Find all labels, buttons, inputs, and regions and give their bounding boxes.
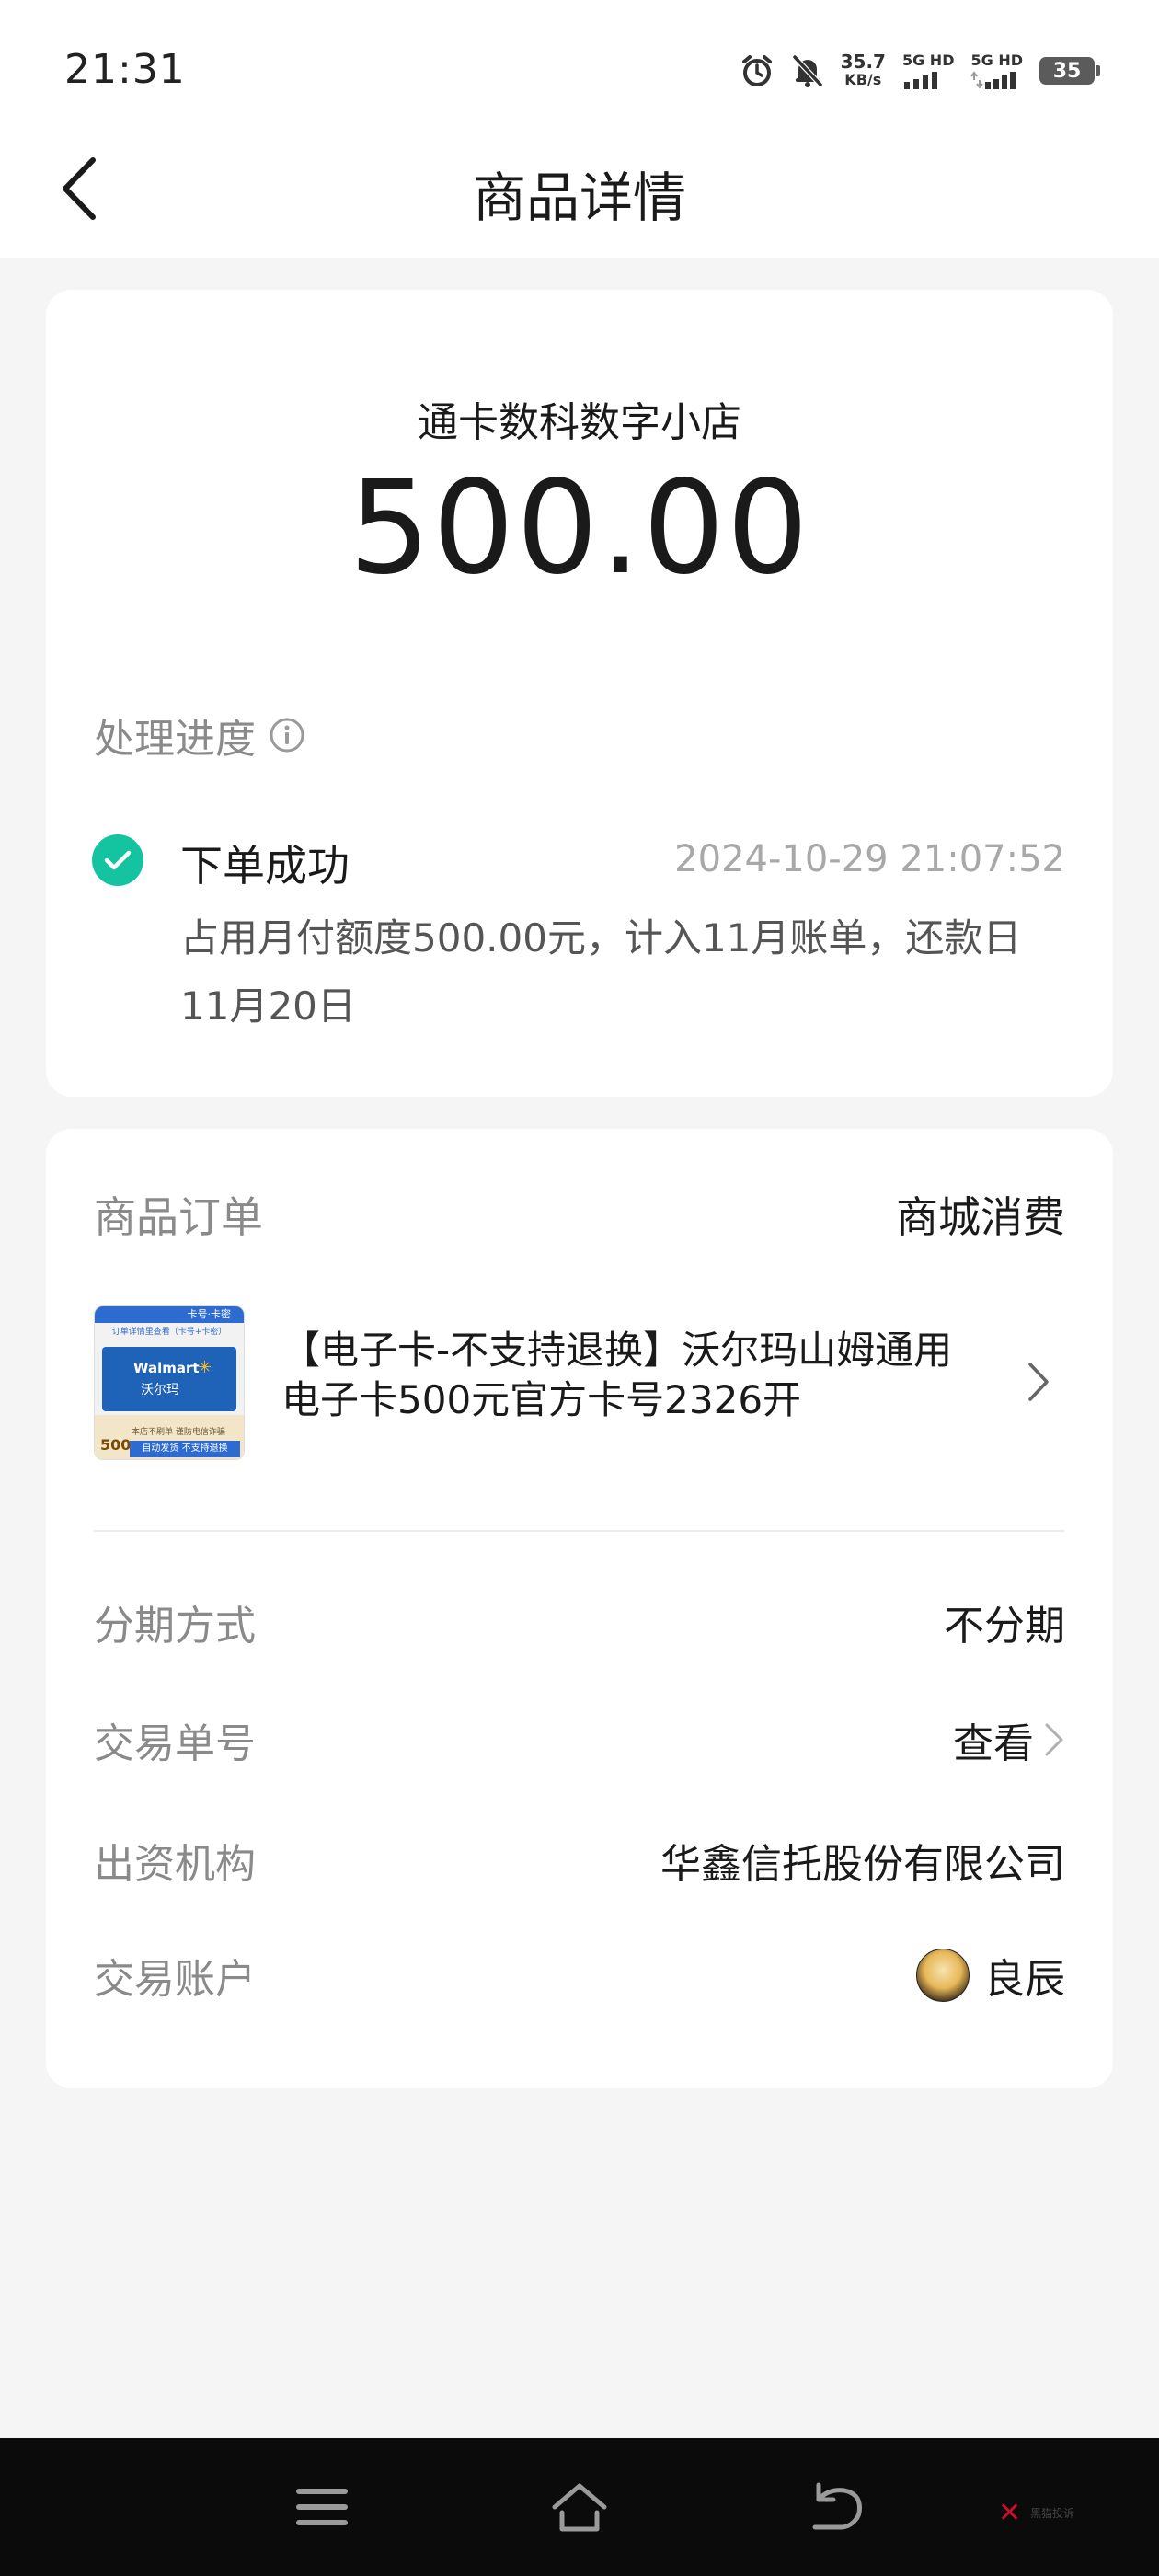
account-label: 交易账户 <box>94 1956 256 2003</box>
product-thumbnail: 卡号·卡密 订单详情里查看（卡号+卡密） Walmart ✳ 沃尔玛 本店不刷单… <box>94 1305 245 1460</box>
step-title: 下单成功 <box>180 841 350 891</box>
thumb-auto: 自动发货 不支持退换 <box>130 1441 240 1457</box>
view-transaction-text: 查看 <box>953 1720 1034 1767</box>
system-nav-bar: ✕ 黑猫投诉 <box>0 2438 1159 2576</box>
walmart-spark-icon: ✳ <box>198 1358 212 1377</box>
watermark-logo-icon: ✕ <box>998 2497 1022 2529</box>
sim2-label: 5G HD <box>970 52 1023 69</box>
order-card: 商品订单 商城消费 卡号·卡密 订单详情里查看（卡号+卡密） Walmart ✳… <box>46 1129 1113 2088</box>
funder-label: 出资机构 <box>94 1841 256 1888</box>
battery-level: 35 <box>1052 59 1082 83</box>
amount: 500.00 <box>349 454 810 604</box>
thumb-subtitle: 订单详情里查看（卡号+卡密） <box>111 1328 227 1337</box>
status-icons: 35.7 KB/s 5G HD 5G HD 35 <box>740 48 1100 94</box>
transaction-label: 交易单号 <box>94 1720 256 1767</box>
info-icon[interactable] <box>269 717 305 753</box>
progress-header: 处理进度 <box>94 706 305 765</box>
view-transaction-link[interactable]: 查看 <box>953 1710 1065 1769</box>
return-icon <box>812 2482 862 2530</box>
net-speed: 35.7 KB/s <box>841 52 886 89</box>
nav-home-button[interactable] <box>543 2475 616 2539</box>
alarm-icon <box>740 53 775 88</box>
thumb-corner: 卡号·卡密 <box>187 1308 232 1320</box>
watermark-text: 黑猫投诉 <box>1030 2507 1075 2520</box>
progress-label: 处理进度 <box>94 716 256 763</box>
thumb-brand: Walmart <box>133 1360 200 1376</box>
sim1-label: 5G HD <box>901 52 955 69</box>
nav-back-button[interactable] <box>800 2475 874 2539</box>
thumb-header: 卡号·卡密 <box>95 1306 244 1323</box>
order-type: 商城消费 <box>896 1192 1065 1242</box>
funder-value: 华鑫信托股份有限公司 <box>660 1841 1065 1888</box>
header: 商品详情 <box>0 138 1159 258</box>
summary-card: 通卡数科数字小店 500.00 处理进度 下单成功 2024-10-29 21:… <box>46 290 1113 1097</box>
signal-icon <box>970 71 1016 89</box>
nav-menu-button[interactable] <box>285 2475 359 2539</box>
chevron-right-icon <box>1027 1361 1050 1407</box>
sim2-signal: 5G HD <box>970 52 1023 89</box>
installment-value: 不分期 <box>944 1603 1065 1650</box>
menu-icon <box>296 2489 348 2525</box>
transaction-row: 交易单号 查看 <box>94 1703 1065 1767</box>
chevron-right-icon <box>1045 1723 1063 1756</box>
thumb-note: 本店不刷单 谨防电信诈骗 <box>132 1428 225 1437</box>
net-speed-unit: KB/s <box>844 71 882 88</box>
sim1-signal: 5G HD <box>901 52 955 89</box>
check-icon <box>92 834 143 886</box>
thumb-brand-cn: 沃尔玛 <box>141 1383 179 1397</box>
product-name: 【电子卡-不支持退换】沃尔玛山姆通用电子卡500元官方卡号2326开 <box>281 1328 953 1422</box>
order-label: 商品订单 <box>94 1192 263 1242</box>
divider <box>94 1530 1065 1532</box>
battery-icon: 35 <box>1039 57 1100 85</box>
account-value-wrap: 良辰 <box>916 1946 1065 2005</box>
installment-label: 分期方式 <box>94 1603 256 1650</box>
installment-row: 分期方式 不分期 <box>94 1585 1065 1650</box>
funder-row: 出资机构 华鑫信托股份有限公司 <box>94 1823 1065 1888</box>
thumb-footer: 本店不刷单 谨防电信诈骗 500 自动发货 不支持退换 <box>95 1415 244 1459</box>
mute-bell-icon <box>791 53 824 88</box>
account-value: 良辰 <box>984 1956 1065 2003</box>
avatar <box>916 1949 970 2002</box>
step-time: 2024-10-29 21:07:52 <box>674 838 1065 880</box>
home-icon <box>552 2483 607 2532</box>
merchant-name: 通卡数科数字小店 <box>418 399 741 446</box>
thumb-gift-card: Walmart ✳ 沃尔玛 <box>102 1347 236 1411</box>
thumb-price: 500 <box>100 1436 132 1454</box>
net-speed-value: 35.7 <box>840 51 886 73</box>
status-bar: 21:31 35.7 KB/s 5G HD 5G HD 35 <box>0 0 1159 138</box>
product-item[interactable]: 卡号·卡密 订单详情里查看（卡号+卡密） Walmart ✳ 沃尔玛 本店不刷单… <box>94 1305 1065 1460</box>
account-row: 交易账户 良辰 <box>94 1938 1065 2003</box>
status-time: 21:31 <box>64 46 186 93</box>
step-description: 占用月付额度500.00元，计入11月账单，还款日11月20日 <box>180 915 1022 1029</box>
watermark: ✕ 黑猫投诉 <box>998 2497 1074 2529</box>
page-title: 商品详情 <box>472 167 686 229</box>
signal-icon <box>903 72 937 89</box>
